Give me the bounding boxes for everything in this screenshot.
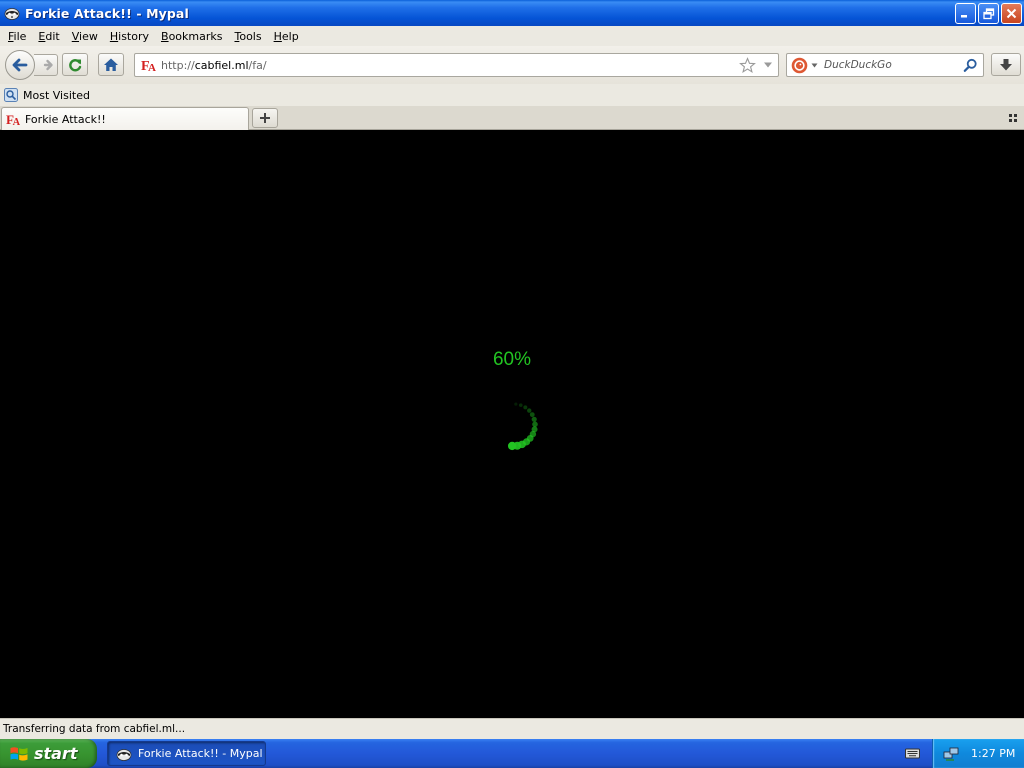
menu-view-accel: V	[71, 29, 80, 43]
loading-spinner-icon	[507, 402, 538, 451]
close-icon	[1006, 8, 1017, 19]
menu-edit-label: dit	[45, 29, 60, 43]
tab-list-icon[interactable]	[1007, 112, 1019, 124]
spinner-dot	[507, 441, 517, 451]
menu-tools-label: ools	[239, 29, 262, 43]
home-button[interactable]	[98, 53, 124, 76]
taskbar-item-mypal[interactable]: Forkie Attack!! - Mypal	[107, 741, 266, 766]
menu-view-label: iew	[79, 29, 98, 43]
status-text: Transferring data from cabfiel.ml...	[3, 723, 186, 735]
tab-title: Forkie Attack!!	[25, 112, 106, 126]
home-icon	[104, 58, 118, 71]
status-bar: Transferring data from cabfiel.ml...	[0, 718, 1024, 739]
menu-file[interactable]: File	[2, 30, 32, 43]
menu-bookmarks[interactable]: Bookmarks	[155, 30, 228, 43]
start-label: start	[34, 744, 78, 763]
fa-site-icon: F A	[6, 112, 21, 127]
forward-button[interactable]	[34, 54, 58, 76]
taskbar-clock[interactable]: 1:27 PM	[971, 747, 1015, 760]
search-bar[interactable]	[786, 53, 984, 77]
menu-bar: File Edit View History Bookmarks Tools H…	[0, 26, 1024, 46]
url-host: cabfiel.ml	[194, 58, 249, 72]
loading-percent: 60%	[492, 349, 532, 370]
menu-history-accel: H	[109, 29, 119, 43]
url-history-dropdown-icon[interactable]	[763, 61, 773, 69]
downloads-button[interactable]	[991, 53, 1021, 76]
system-tray: 1:27 PM	[932, 739, 1024, 768]
menu-view[interactable]: View	[66, 30, 104, 43]
back-arrow-icon	[12, 58, 28, 72]
bookmark-most-visited[interactable]: Most Visited	[4, 88, 90, 102]
menu-file-label: ile	[13, 29, 27, 43]
download-arrow-icon	[1000, 58, 1012, 70]
tab-strip: F A Forkie Attack!!	[0, 106, 1024, 130]
window-title: Forkie Attack!! - Mypal	[25, 5, 189, 21]
menu-tools[interactable]: Tools	[228, 30, 267, 43]
reload-button[interactable]	[62, 53, 88, 76]
spinner-dot	[514, 402, 518, 406]
minimize-icon	[961, 15, 967, 18]
spinner-dot	[518, 403, 523, 407]
page-content[interactable]: 60%	[0, 130, 1024, 718]
tab-forkie-attack[interactable]: F A Forkie Attack!!	[1, 107, 249, 130]
new-tab-button[interactable]	[252, 108, 278, 128]
menu-edit[interactable]: Edit	[32, 30, 65, 43]
bookmark-most-visited-label: Most Visited	[23, 88, 90, 102]
windows-taskbar: start Forkie Attack!! - Mypal 1:27 PM	[0, 739, 1024, 768]
url-bar[interactable]: F A http://cabfiel.ml/fa/	[134, 53, 779, 77]
url-path: /fa/	[248, 58, 267, 72]
restore-icon	[982, 7, 994, 19]
spinner-dot	[529, 412, 535, 418]
reload-icon	[69, 58, 82, 71]
url-scheme: http://	[161, 58, 195, 72]
url-text: http://cabfiel.ml/fa/	[161, 59, 267, 72]
spinner-dot	[527, 408, 532, 413]
forward-arrow-icon	[43, 59, 53, 71]
search-engine-dropdown-icon[interactable]	[811, 63, 818, 68]
menu-help[interactable]: Help	[268, 30, 305, 43]
close-button[interactable]	[1001, 3, 1022, 24]
menu-history[interactable]: History	[104, 30, 155, 43]
spinner-dot	[532, 421, 538, 428]
menu-bookmarks-accel: B	[161, 29, 169, 43]
svg-text:A: A	[13, 117, 21, 127]
window-titlebar[interactable]: Forkie Attack!! - Mypal	[0, 0, 1024, 26]
smart-folder-icon	[4, 88, 18, 102]
spinner-dot	[523, 405, 528, 410]
search-icon[interactable]	[963, 58, 978, 73]
taskbar-item-label: Forkie Attack!! - Mypal	[138, 747, 263, 760]
bookmark-star-icon[interactable]	[739, 57, 756, 74]
menu-history-label: istory	[118, 29, 150, 43]
restore-button[interactable]	[978, 3, 999, 24]
back-button[interactable]	[5, 50, 35, 80]
menu-help-label: elp	[281, 29, 299, 43]
start-button[interactable]: start	[0, 739, 97, 768]
raccoon-app-icon	[116, 748, 132, 761]
spinner-dot	[531, 416, 537, 422]
navigation-toolbar: F A http://cabfiel.ml/fa/	[0, 46, 1024, 84]
fa-site-icon: F A	[141, 59, 156, 73]
bookmarks-toolbar: Most Visited	[0, 84, 1024, 106]
network-icon[interactable]	[943, 746, 959, 762]
search-input[interactable]	[824, 59, 964, 71]
minimize-button[interactable]	[955, 3, 976, 24]
keyboard-icon[interactable]	[905, 747, 920, 759]
menu-bookmarks-label: ookmarks	[168, 29, 223, 43]
plus-icon	[260, 113, 270, 123]
svg-text:A: A	[148, 62, 156, 73]
duckduckgo-icon[interactable]	[791, 57, 808, 74]
menu-help-accel: H	[273, 29, 282, 43]
windows-logo-icon	[10, 746, 28, 761]
raccoon-app-icon	[4, 5, 20, 21]
